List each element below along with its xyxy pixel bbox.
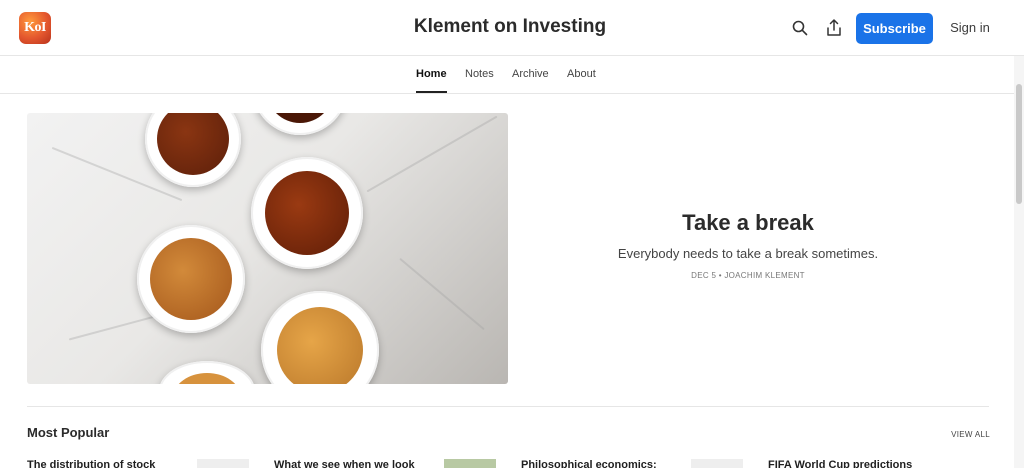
subscribe-button[interactable]: Subscribe xyxy=(856,13,933,44)
popular-post-thumbnail[interactable] xyxy=(691,459,743,468)
tea-cup xyxy=(251,157,363,269)
nav-about[interactable]: About xyxy=(567,68,596,80)
sign-in-link[interactable]: Sign in xyxy=(944,20,996,35)
popular-post-thumbnail[interactable] xyxy=(444,459,496,468)
hero-subtitle: Everybody needs to take a break sometime… xyxy=(617,246,879,261)
marble-vein xyxy=(366,115,498,193)
most-popular-heading: Most Popular xyxy=(27,425,110,440)
scrollbar[interactable] xyxy=(1014,56,1024,468)
popular-post-thumbnail[interactable] xyxy=(197,459,249,468)
top-bar: KoI Klement on Investing Subscribe Sign … xyxy=(0,0,1024,56)
popular-post-title[interactable]: FIFA World Cup predictions xyxy=(768,459,928,468)
nav-notes[interactable]: Notes xyxy=(465,68,494,80)
hero-title[interactable]: Take a break xyxy=(508,210,988,236)
marble-vein xyxy=(399,257,485,331)
nav-archive[interactable]: Archive xyxy=(512,68,549,80)
search-icon[interactable] xyxy=(790,18,810,38)
popular-post-title[interactable]: The distribution of stock xyxy=(27,459,169,468)
hero-meta: DEC 5 • JOACHIM KLEMENT xyxy=(691,271,805,280)
tea-cup xyxy=(137,225,245,333)
section-divider xyxy=(27,406,989,407)
tea-cup xyxy=(159,361,255,384)
nav-bar: Home Notes Archive About xyxy=(0,56,1024,94)
share-icon[interactable] xyxy=(824,18,844,38)
popular-post-title[interactable]: What we see when we look xyxy=(274,459,424,468)
hero-image[interactable] xyxy=(27,113,508,384)
nav-home[interactable]: Home xyxy=(416,68,447,80)
view-all-link[interactable]: VIEW ALL xyxy=(940,430,990,439)
tea-cup xyxy=(145,113,241,187)
scrollbar-thumb[interactable] xyxy=(1016,84,1022,204)
tea-cup xyxy=(261,291,379,384)
active-tab-indicator xyxy=(416,91,447,93)
popular-post-title[interactable]: Philosophical economics: xyxy=(521,459,661,468)
tea-cup xyxy=(252,113,348,135)
